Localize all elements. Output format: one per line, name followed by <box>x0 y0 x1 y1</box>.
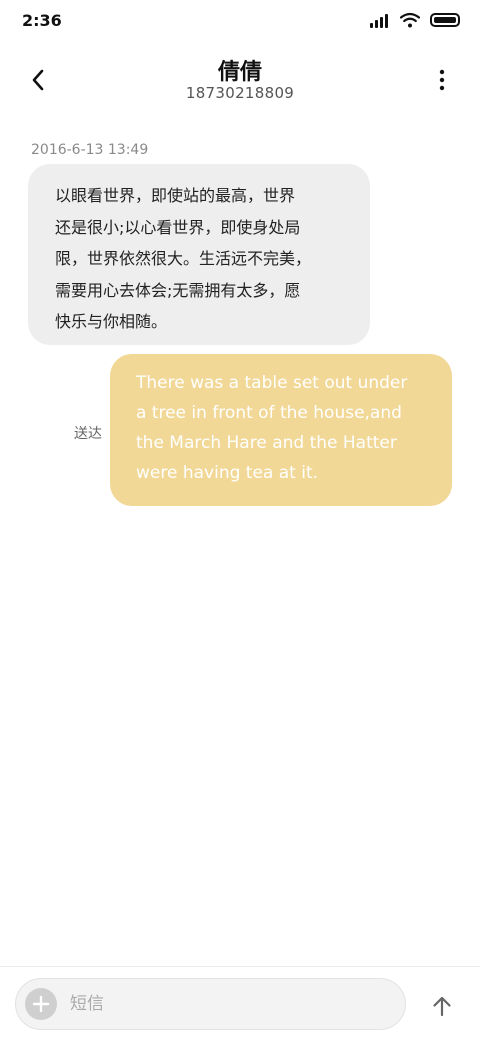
message-line: 快乐与你相随。 <box>55 312 168 331</box>
arrow-up-icon <box>433 996 451 1017</box>
contact-phone-number: 18730218809 <box>185 84 295 102</box>
message-line: There was a table set out under <box>136 373 408 393</box>
message-line: 还是很小;以心看世界，即使身处局 <box>55 217 301 237</box>
message-timestamp: 2016-6-13 13:49 <box>31 142 149 158</box>
status-bar: 2:36 <box>0 0 480 44</box>
message-line: 限，世界依然很大。生活远不完美， <box>55 249 312 268</box>
message-line: 需要用心去体会;无需拥有太多，愿 <box>55 280 301 300</box>
plus-icon <box>32 995 50 1013</box>
send-button[interactable] <box>426 990 458 1022</box>
incoming-message-bubble[interactable]: 以眼看世界，即使站的最高，世界 还是很小;以心看世界，即使身处局 限，世界依然很… <box>28 164 370 345</box>
message-line: a tree in front of the house,and <box>136 403 402 423</box>
composer-bar <box>0 966 480 1040</box>
add-attachment-button[interactable] <box>25 988 57 1020</box>
message-line: were having tea at it. <box>136 463 319 483</box>
more-vertical-icon <box>439 69 445 91</box>
status-icons <box>370 12 460 28</box>
outgoing-message-bubble[interactable]: There was a table set out under a tree i… <box>110 354 452 506</box>
status-time: 2:36 <box>22 11 62 30</box>
messaging-screen: 2:36 倩倩 18730218809 2016-6-13 13:49 以眼看世… <box>0 0 480 1040</box>
signal-icon <box>370 12 390 28</box>
message-line: 以眼看世界，即使站的最高，世界 <box>55 186 296 205</box>
message-input[interactable] <box>70 979 390 1029</box>
composer-field-container <box>15 978 406 1030</box>
message-line: the March Hare and the Hatter <box>136 433 397 453</box>
contact-name: 倩倩 <box>217 60 262 85</box>
battery-icon <box>430 13 460 27</box>
conversation-header: 倩倩 18730218809 <box>0 48 480 112</box>
more-options-button[interactable] <box>426 64 458 96</box>
delivery-status: 送达 <box>74 426 102 442</box>
wifi-icon <box>400 12 420 28</box>
